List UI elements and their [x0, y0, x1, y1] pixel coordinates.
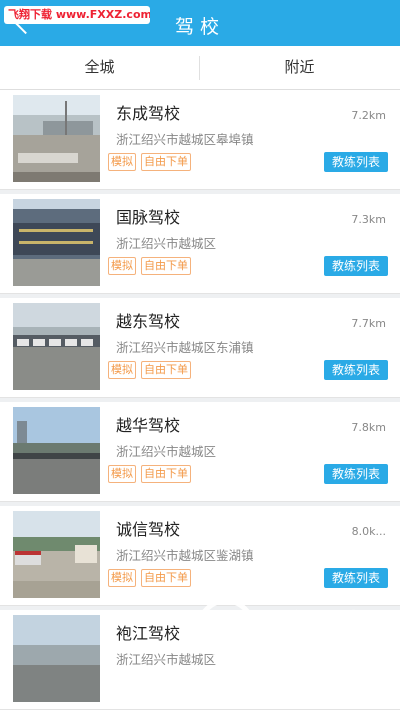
school-photo	[13, 615, 100, 702]
school-distance: 7.2km	[351, 109, 386, 122]
watermark-label: 飞翔下载 www.FXXZ.com	[4, 6, 150, 24]
school-distance: 8.0k...	[351, 525, 386, 538]
app-header: 驾校 飞翔下载 www.FXXZ.com	[0, 0, 400, 46]
school-card[interactable]: 国脉驾校 7.3km 浙江绍兴市越城区 模拟 自由下单 教练列表	[0, 194, 400, 294]
tab-nearby[interactable]: 附近	[200, 46, 399, 89]
tab-all-city[interactable]: 全城	[0, 46, 199, 89]
coach-list-button[interactable]: 教练列表	[324, 360, 388, 380]
watermark-logo-url: www.fxxz.com	[260, 643, 346, 657]
school-distance: 7.8km	[351, 421, 386, 434]
school-address: 浙江绍兴市越城区	[116, 236, 217, 251]
tag-simulation: 模拟	[108, 361, 136, 379]
school-name: 袍江驾校	[116, 624, 181, 643]
school-address: 浙江绍兴市越城区鉴湖镇	[116, 548, 254, 563]
school-address: 浙江绍兴市越城区	[116, 444, 217, 459]
watermark-logo: 飞翔下载 www.fxxz.com	[196, 598, 372, 658]
tag-free-order: 自由下单	[141, 361, 191, 379]
school-photo	[13, 511, 100, 598]
school-card[interactable]: 越东驾校 7.7km 浙江绍兴市越城区东浦镇 模拟 自由下单 教练列表	[0, 298, 400, 398]
coach-list-button[interactable]: 教练列表	[324, 568, 388, 588]
school-distance: 7.3km	[351, 213, 386, 226]
tag-free-order: 自由下单	[141, 569, 191, 587]
school-card[interactable]: 东成驾校 7.2km 浙江绍兴市越城区皋埠镇 模拟 自由下单 教练列表	[0, 90, 400, 190]
school-photo	[13, 95, 100, 182]
school-card[interactable]: 越华驾校 7.8km 浙江绍兴市越城区 模拟 自由下单 教练列表	[0, 402, 400, 502]
school-photo	[13, 407, 100, 494]
coach-list-button[interactable]: 教练列表	[324, 464, 388, 484]
school-address: 浙江绍兴市越城区东浦镇	[116, 340, 254, 355]
coach-list-button[interactable]: 教练列表	[324, 256, 388, 276]
tab-bar: 全城 附近	[0, 46, 400, 90]
tag-simulation: 模拟	[108, 153, 136, 171]
tag-simulation: 模拟	[108, 257, 136, 275]
school-name: 国脉驾校	[116, 208, 181, 227]
school-name: 诚信驾校	[116, 520, 181, 539]
tag-free-order: 自由下单	[141, 153, 191, 171]
school-photo	[13, 303, 100, 390]
school-card[interactable]: 诚信驾校 8.0k... 浙江绍兴市越城区鉴湖镇 模拟 自由下单 教练列表	[0, 506, 400, 606]
school-distance: 7.7km	[351, 317, 386, 330]
school-name: 越东驾校	[116, 312, 181, 331]
school-name: 越华驾校	[116, 416, 181, 435]
watermark-logo-text: 飞翔下载	[260, 608, 372, 641]
coach-list-button[interactable]: 教练列表	[324, 152, 388, 172]
school-name: 东成驾校	[116, 104, 181, 123]
tag-simulation: 模拟	[108, 465, 136, 483]
tag-free-order: 自由下单	[141, 257, 191, 275]
tag-simulation: 模拟	[108, 569, 136, 587]
tag-free-order: 自由下单	[141, 465, 191, 483]
school-photo	[13, 199, 100, 286]
school-address: 浙江绍兴市越城区皋埠镇	[116, 132, 254, 147]
